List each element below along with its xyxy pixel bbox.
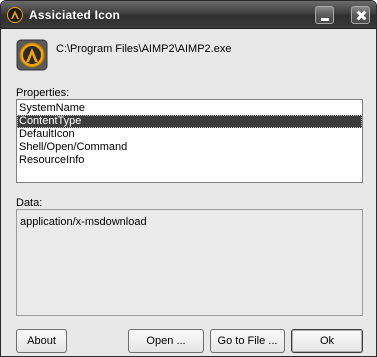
- properties-label: Properties:: [16, 87, 70, 99]
- window-title: Assiciated Icon: [29, 8, 121, 22]
- open-button[interactable]: Open ...: [128, 329, 204, 353]
- data-field[interactable]: application/x-msdownload: [16, 209, 363, 316]
- list-item-selected[interactable]: ContentType: [17, 115, 362, 128]
- aimp-icon: [16, 39, 48, 71]
- dialog-window: Assiciated Icon C:\Program Files\AIMP2\A…: [0, 0, 377, 357]
- list-item[interactable]: ResourceInfo: [17, 154, 362, 167]
- file-path: C:\Program Files\AIMP2\AIMP2.exe: [56, 43, 232, 55]
- data-label: Data:: [16, 197, 43, 209]
- properties-list[interactable]: SystemName ContentType DefaultIcon Shell…: [16, 99, 363, 183]
- data-value: application/x-msdownload: [20, 216, 147, 228]
- close-button[interactable]: [351, 6, 370, 24]
- title-bar[interactable]: Assiciated Icon: [1, 1, 376, 29]
- aimp-logo-icon[interactable]: [7, 7, 23, 23]
- ok-button[interactable]: Ok: [291, 329, 363, 353]
- list-item[interactable]: SystemName: [17, 102, 362, 115]
- list-item[interactable]: DefaultIcon: [17, 128, 362, 141]
- list-item[interactable]: Shell/Open/Command: [17, 141, 362, 154]
- about-button[interactable]: About: [16, 329, 67, 353]
- go-to-file-button[interactable]: Go to File ...: [210, 329, 285, 353]
- minimize-button[interactable]: [315, 6, 334, 24]
